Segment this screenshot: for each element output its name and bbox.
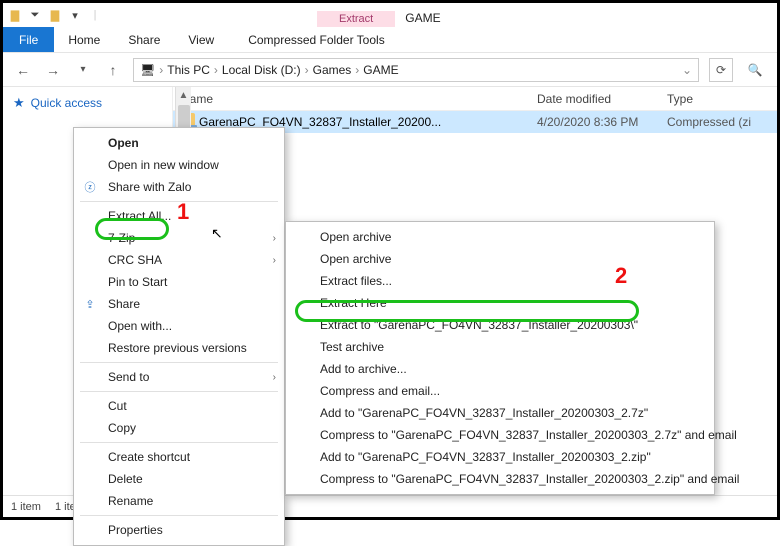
menu-properties[interactable]: Properties [74,519,284,541]
col-date[interactable]: Date modified [537,92,667,106]
submenu-extract-files[interactable]: Extract files... [286,270,714,292]
context-menu-7zip: Open archive Open archive Extract files.… [285,221,715,495]
menu-send-to[interactable]: Send to› [74,366,284,388]
nav-bar: ← → ▾ ↑ 🖥 › This PC › Local Disk (D:) › … [3,53,777,87]
search-button[interactable]: 🔍 [743,58,767,82]
up-button[interactable]: ↑ [103,60,123,80]
menu-crc-sha[interactable]: CRC SHA› [74,249,284,271]
history-dropdown-icon[interactable]: ▾ [73,60,93,80]
quick-access-label: Quick access [31,96,102,110]
submenu-compress-7z-email[interactable]: Compress to "GarenaPC_FO4VN_32837_Instal… [286,424,714,446]
mouse-cursor-icon: ↖ [211,225,223,242]
forward-button[interactable]: → [43,60,63,80]
context-menu-primary: Open Open in new window ⓩShare with Zalo… [73,127,285,546]
menu-delete[interactable]: Delete [74,468,284,490]
breadcrumb-seg[interactable]: Games [313,63,352,77]
quick-access-toolbar: ▇ ⏷ ▇ ▾ | [7,7,103,23]
annotation-number-2: 2 [615,263,627,289]
menu-create-shortcut[interactable]: Create shortcut [74,446,284,468]
menu-share[interactable]: ⇪Share [74,293,284,315]
zalo-icon: ⓩ [82,179,98,195]
status-item-count: 1 item [11,501,41,513]
menu-rename[interactable]: Rename [74,490,284,512]
column-headers: Name Date modified Type [173,87,777,111]
divider-icon: | [87,7,103,23]
star-icon: ★ [13,95,25,111]
tab-compressed-tools[interactable]: Compressed Folder Tools [234,33,399,47]
tab-share[interactable]: Share [114,27,174,52]
chevron-right-icon: › [355,63,359,77]
submenu-test-archive[interactable]: Test archive [286,336,714,358]
scroll-up-icon[interactable]: ▲ [176,87,191,103]
col-type[interactable]: Type [667,92,777,106]
ribbon-tabs: File Home Share View Compressed Folder T… [3,27,777,53]
chevron-down-icon[interactable]: ⌄ [682,63,692,77]
submenu-extract-to[interactable]: Extract to "GarenaPC_FO4VN_32837_Install… [286,314,714,336]
file-type: Compressed (zi [667,115,777,129]
submenu-add-7z[interactable]: Add to "GarenaPC_FO4VN_32837_Installer_2… [286,402,714,424]
menu-separator [80,362,278,363]
back-button[interactable]: ← [13,60,33,80]
contextual-tab-area: Extract GAME [317,3,441,27]
submenu-add-zip[interactable]: Add to "GarenaPC_FO4VN_32837_Installer_2… [286,446,714,468]
tab-file[interactable]: File [3,27,54,52]
breadcrumb-seg[interactable]: Local Disk (D:) [222,63,301,77]
sidebar-quick-access[interactable]: ★ Quick access [13,95,162,111]
folder-icon: ▇ [7,7,23,23]
menu-separator [80,515,278,516]
submenu-open-archive-2[interactable]: Open archive [286,248,714,270]
tab-home[interactable]: Home [54,27,114,52]
chevron-right-icon: › [273,233,276,244]
menu-cut[interactable]: Cut [74,395,284,417]
breadcrumb-seg[interactable]: This PC [167,63,210,77]
file-date: 4/20/2020 8:36 PM [537,115,667,129]
refresh-button[interactable]: ⟳ [709,58,733,82]
breadcrumb-seg[interactable]: GAME [363,63,398,77]
submenu-add-archive[interactable]: Add to archive... [286,358,714,380]
menu-open-with[interactable]: Open with... [74,315,284,337]
menu-restore-previous[interactable]: Restore previous versions [74,337,284,359]
chevron-right-icon: › [305,63,309,77]
share-icon: ⇪ [82,296,98,312]
tab-view[interactable]: View [174,27,228,52]
menu-copy[interactable]: Copy [74,417,284,439]
qat-dropdown-icon[interactable]: ▾ [67,7,83,23]
submenu-open-archive[interactable]: Open archive [286,226,714,248]
chevron-right-icon: › [159,63,163,77]
chevron-right-icon: › [273,255,276,266]
menu-separator [80,391,278,392]
menu-pin-start[interactable]: Pin to Start [74,271,284,293]
pc-icon: 🖥 [140,63,155,77]
menu-separator [80,442,278,443]
col-name[interactable]: Name [173,92,537,106]
menu-open-new-window[interactable]: Open in new window [74,154,284,176]
chevron-right-icon: › [214,63,218,77]
chevron-right-icon: › [273,372,276,383]
titlebar: ▇ ⏷ ▇ ▾ | Extract GAME [3,3,777,27]
pin-icon[interactable]: ⏷ [27,7,43,23]
submenu-extract-here[interactable]: Extract Here [286,292,714,314]
menu-share-zalo[interactable]: ⓩShare with Zalo [74,176,284,198]
window-title: GAME [405,11,440,27]
context-tab-extract[interactable]: Extract [317,11,395,27]
menu-open[interactable]: Open [74,132,284,154]
address-bar[interactable]: 🖥 › This PC › Local Disk (D:) › Games › … [133,58,699,82]
annotation-number-1: 1 [177,199,189,225]
submenu-compress-email[interactable]: Compress and email... [286,380,714,402]
folder-small-icon: ▇ [47,7,63,23]
menu-7zip[interactable]: 7-Zip› [74,227,284,249]
submenu-compress-zip-email[interactable]: Compress to "GarenaPC_FO4VN_32837_Instal… [286,468,714,490]
